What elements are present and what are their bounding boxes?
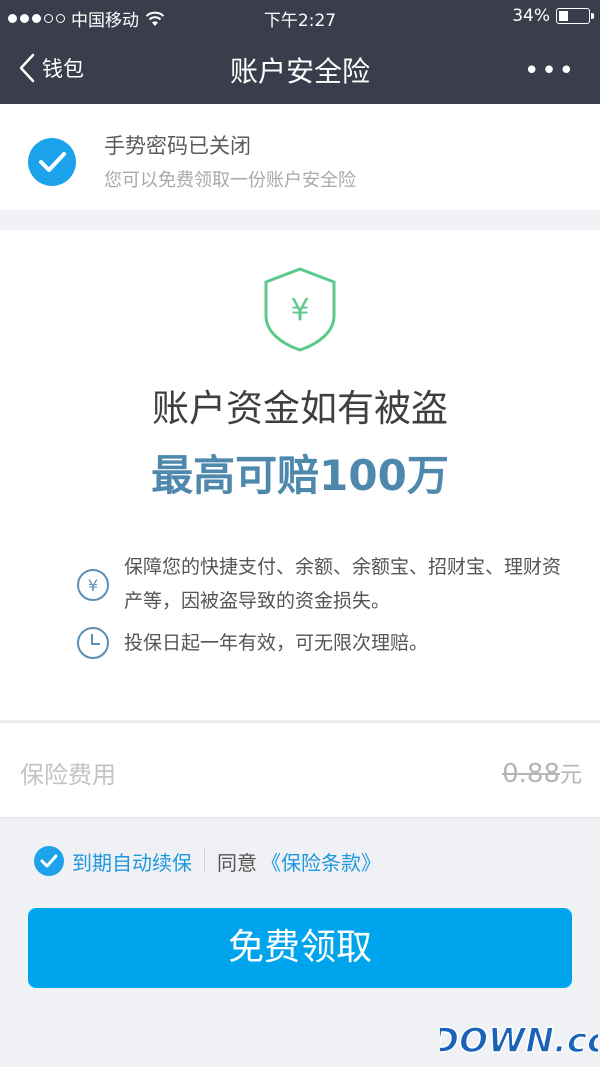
insurance-fee-row: 保险费用 0.88元 (0, 722, 600, 818)
checkmark-icon (28, 138, 76, 186)
svg-text:DOWN.cc: DOWN.cc (440, 1021, 598, 1060)
feature-item: 投保日起一年有效，可无限次理赔。 (76, 626, 576, 660)
fee-label: 保险费用 (20, 761, 116, 789)
coverage-amount: 最高可赔100万 (151, 451, 449, 500)
status-bar: 中国移动 下午2:27 34% (0, 0, 600, 34)
shield-icon: ¥ (264, 267, 336, 352)
nav-bar: 钱包 账户安全险 ••• (0, 34, 600, 104)
agree-label: 同意 (217, 850, 257, 875)
notice-title: 手势密码已关闭 (104, 134, 251, 158)
battery-percent: 34% (512, 6, 550, 26)
clock-icon (77, 627, 109, 659)
headline-text: 账户资金如有被盗 (152, 387, 448, 430)
clock-time: 下午2:27 (263, 11, 337, 31)
svg-text:¥: ¥ (88, 576, 98, 595)
battery-icon (556, 8, 594, 24)
feature-item: ¥ 保障您的快捷支付、余额、余额宝、招财宝、理财资产等，因被盗导致的资金损失。 (76, 550, 576, 620)
fee-price: 0.88元 (502, 757, 582, 789)
yen-circle-icon: ¥ (77, 569, 109, 601)
notice-subtitle: 您可以免费领取一份账户安全险 (104, 170, 356, 191)
agreement-row: 到期自动续保 同意 《保险条款》 (34, 846, 381, 876)
checkmark-icon (40, 854, 58, 868)
original-price: 0.88 (502, 759, 560, 789)
shield-symbol: ¥ (290, 293, 309, 328)
feature-text: 保障您的快捷支付、余额、余额宝、招财宝、理财资产等，因被盗导致的资金损失。 (124, 556, 562, 612)
insurance-terms-link[interactable]: 《保险条款》 (261, 847, 381, 876)
divider (204, 849, 205, 873)
gesture-password-notice: 手势密码已关闭 您可以免费领取一份账户安全险 (0, 104, 600, 210)
watermark-logo: DOWN.cc (440, 1020, 598, 1060)
claim-free-button[interactable]: 免费领取 (28, 908, 572, 988)
page-title: 账户安全险 (229, 55, 370, 88)
more-options-button[interactable]: ••• (524, 56, 576, 86)
insurance-info-panel: ¥ 账户资金如有被盗 最高可赔100万 ¥ 保障您的快捷支付、余额、余额宝、招财… (0, 230, 600, 720)
feature-text: 投保日起一年有效，可无限次理赔。 (124, 632, 429, 654)
price-unit: 元 (559, 763, 582, 788)
auto-renew-label[interactable]: 到期自动续保 (72, 847, 192, 876)
auto-renew-checkbox[interactable] (34, 846, 64, 876)
status-right: 34% (512, 6, 594, 26)
